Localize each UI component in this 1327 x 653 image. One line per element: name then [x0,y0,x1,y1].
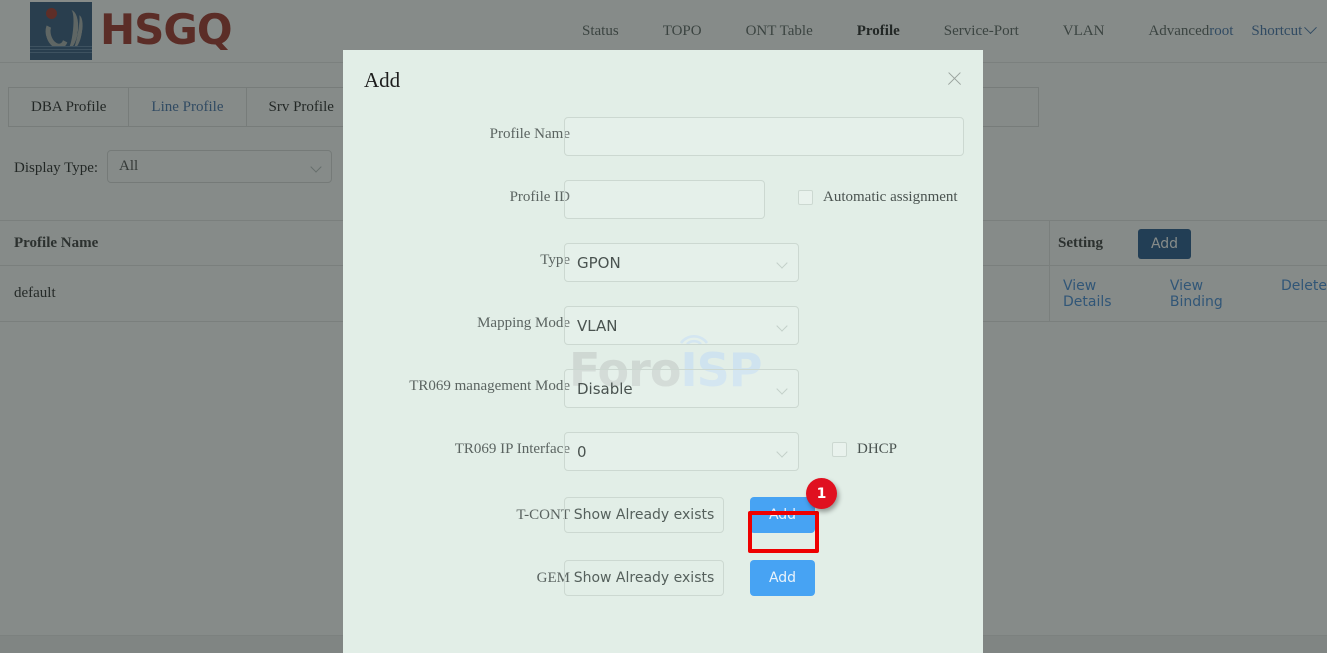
tr069-ip-interface-select[interactable]: 0 [564,432,799,471]
checkbox-box-icon [832,442,847,457]
field-row-tr069-management-mode: TR069 management Mode Disable [343,362,983,425]
tcont-add-button[interactable]: Add [750,497,815,533]
close-icon[interactable] [944,68,966,90]
label-profile-id: Profile ID [509,189,570,205]
label-tr069-management-mode: TR069 management Mode [409,378,570,394]
add-line-profile-dialog: Add ForoISP Profile Name Profile ID Auto… [343,50,983,653]
label-gem: GEM [536,570,570,586]
mapping-mode-value: VLAN [577,316,618,335]
field-row-profile-name: Profile Name [343,110,983,173]
mapping-mode-select[interactable]: VLAN [564,306,799,345]
type-value: GPON [577,253,621,272]
add-profile-form: Profile Name Profile ID Automatic assign… [343,110,983,614]
automatic-assignment-label: Automatic assignment [823,189,958,205]
profile-id-input[interactable] [564,180,765,219]
type-select[interactable]: GPON [564,243,799,282]
dialog-title: Add [364,68,401,92]
label-tr069-ip-interface: TR069 IP Interface [454,441,570,457]
dhcp-checkbox[interactable]: DHCP [832,441,897,458]
screen-root: HSGQ Status TOPO ONT Table Profile Servi… [0,0,1327,653]
chevron-down-icon [776,446,788,458]
label-mapping-mode: Mapping Mode [477,315,570,331]
profile-name-input[interactable] [564,117,964,156]
label-tcont: T-CONT [516,507,570,523]
tr069-ip-interface-value: 0 [577,442,587,461]
field-row-tr069-ip-interface: TR069 IP Interface 0 DHCP [343,425,983,488]
chevron-down-icon [776,257,788,269]
field-row-mapping-mode: Mapping Mode VLAN [343,299,983,362]
field-row-profile-id: Profile ID Automatic assignment [343,173,983,236]
tr069-management-mode-value: Disable [577,379,633,398]
annotation-step-badge: 1 [806,478,837,509]
gem-add-button[interactable]: Add [750,560,815,596]
label-profile-name: Profile Name [489,126,570,142]
gem-show-existing-button[interactable]: Show Already exists [564,560,724,596]
field-row-gem: GEM Show Already exists Add [343,551,983,614]
field-row-type: Type GPON [343,236,983,299]
chevron-down-icon [776,320,788,332]
field-row-tcont: T-CONT Show Already exists Add [343,488,983,551]
tcont-show-existing-button[interactable]: Show Already exists [564,497,724,533]
label-type: Type [540,252,570,268]
tr069-management-mode-select[interactable]: Disable [564,369,799,408]
chevron-down-icon [776,383,788,395]
dhcp-label: DHCP [857,441,898,457]
automatic-assignment-checkbox[interactable]: Automatic assignment [798,189,958,206]
checkbox-box-icon [798,190,813,205]
